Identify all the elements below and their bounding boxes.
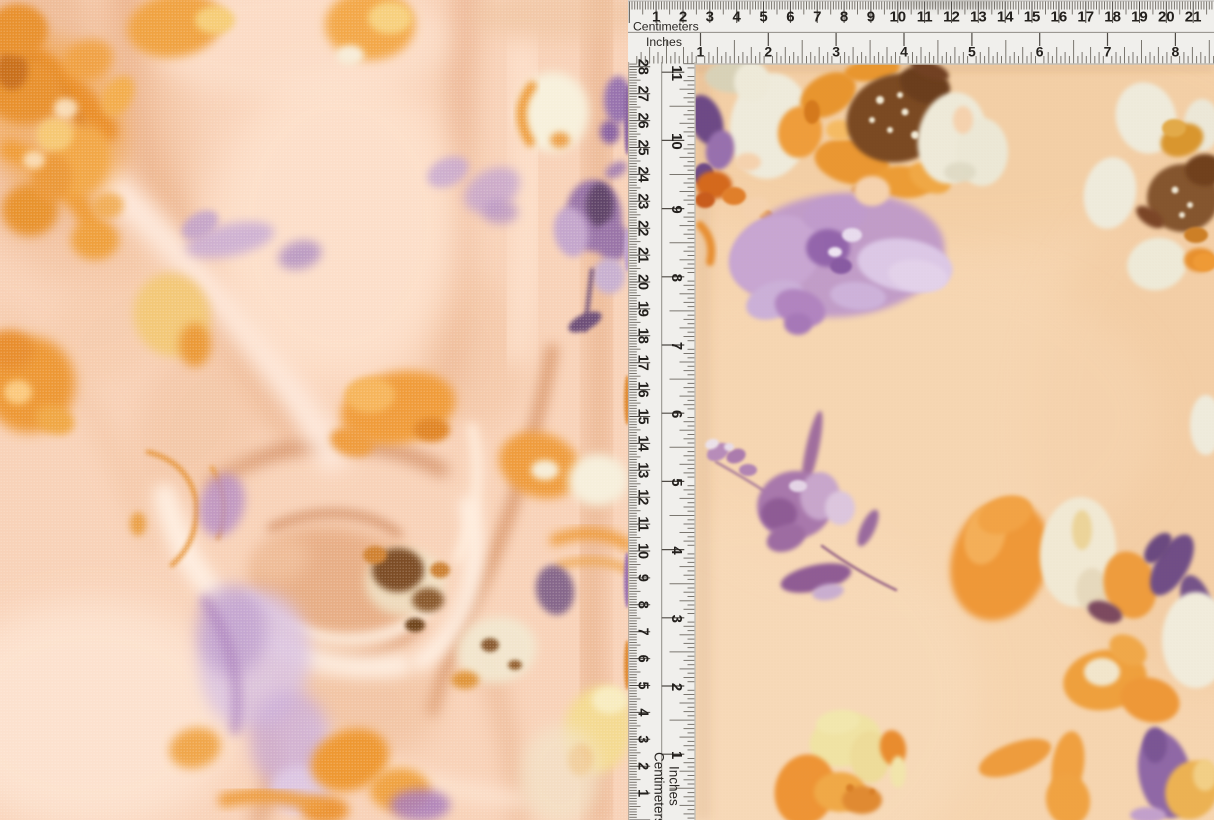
svg-text:10: 10: [668, 133, 685, 150]
svg-text:19: 19: [1131, 9, 1148, 26]
svg-text:14: 14: [635, 435, 651, 451]
svg-text:3: 3: [635, 735, 651, 743]
svg-text:3: 3: [832, 44, 840, 60]
svg-text:15: 15: [1024, 9, 1041, 26]
svg-text:6: 6: [786, 9, 794, 26]
svg-text:8: 8: [1172, 44, 1180, 60]
svg-text:10: 10: [635, 543, 651, 559]
svg-text:12: 12: [635, 489, 651, 505]
svg-text:7: 7: [668, 342, 685, 350]
svg-text:6: 6: [668, 410, 685, 418]
svg-text:5: 5: [668, 478, 685, 486]
svg-text:3: 3: [706, 9, 714, 26]
svg-text:7: 7: [635, 628, 651, 636]
svg-text:25: 25: [635, 139, 651, 155]
svg-text:27: 27: [635, 86, 651, 102]
svg-text:19: 19: [635, 301, 651, 317]
svg-text:4: 4: [635, 708, 651, 716]
svg-text:Centimeters: Centimeters: [633, 19, 699, 33]
svg-text:11: 11: [668, 65, 685, 81]
svg-text:17: 17: [635, 355, 651, 371]
svg-text:10: 10: [889, 9, 906, 26]
svg-text:20: 20: [1158, 9, 1175, 26]
svg-text:6: 6: [1036, 44, 1044, 60]
svg-text:Centimeters: Centimeters: [652, 752, 667, 820]
svg-text:1: 1: [697, 44, 705, 60]
svg-text:28: 28: [635, 59, 651, 75]
svg-text:5: 5: [968, 44, 976, 60]
svg-text:9: 9: [635, 574, 651, 582]
svg-text:4: 4: [900, 44, 908, 60]
svg-text:13: 13: [635, 462, 651, 478]
svg-text:11: 11: [635, 516, 651, 531]
svg-text:9: 9: [668, 205, 685, 213]
svg-text:18: 18: [635, 328, 651, 344]
svg-text:2: 2: [668, 683, 685, 691]
svg-text:1: 1: [635, 789, 651, 797]
svg-text:7: 7: [1104, 44, 1112, 60]
svg-text:9: 9: [867, 9, 875, 26]
svg-text:24: 24: [635, 166, 651, 182]
svg-text:Inches: Inches: [667, 766, 682, 806]
svg-text:12: 12: [943, 9, 960, 26]
svg-text:2: 2: [764, 44, 772, 60]
svg-text:26: 26: [635, 113, 651, 129]
svg-text:7: 7: [813, 9, 821, 26]
svg-text:8: 8: [668, 274, 685, 282]
svg-text:16: 16: [635, 382, 651, 398]
svg-text:16: 16: [1051, 9, 1068, 26]
svg-text:18: 18: [1104, 9, 1121, 26]
svg-text:2: 2: [635, 762, 651, 770]
svg-text:8: 8: [635, 601, 651, 609]
svg-text:3: 3: [668, 615, 685, 623]
svg-text:21: 21: [1185, 9, 1202, 26]
svg-text:5: 5: [759, 9, 767, 26]
svg-text:17: 17: [1077, 9, 1094, 26]
svg-text:22: 22: [635, 220, 651, 236]
svg-text:5: 5: [635, 681, 651, 689]
svg-text:13: 13: [970, 9, 987, 26]
svg-text:23: 23: [635, 193, 651, 209]
svg-text:14: 14: [997, 9, 1014, 26]
svg-text:8: 8: [840, 9, 848, 26]
svg-text:6: 6: [635, 655, 651, 663]
svg-text:4: 4: [733, 9, 742, 26]
svg-text:20: 20: [635, 274, 651, 290]
svg-text:21: 21: [635, 247, 651, 263]
svg-text:1: 1: [668, 751, 685, 759]
svg-text:4: 4: [668, 546, 685, 555]
svg-text:Inches: Inches: [646, 35, 682, 49]
svg-text:15: 15: [635, 408, 651, 424]
svg-text:11: 11: [917, 9, 933, 26]
